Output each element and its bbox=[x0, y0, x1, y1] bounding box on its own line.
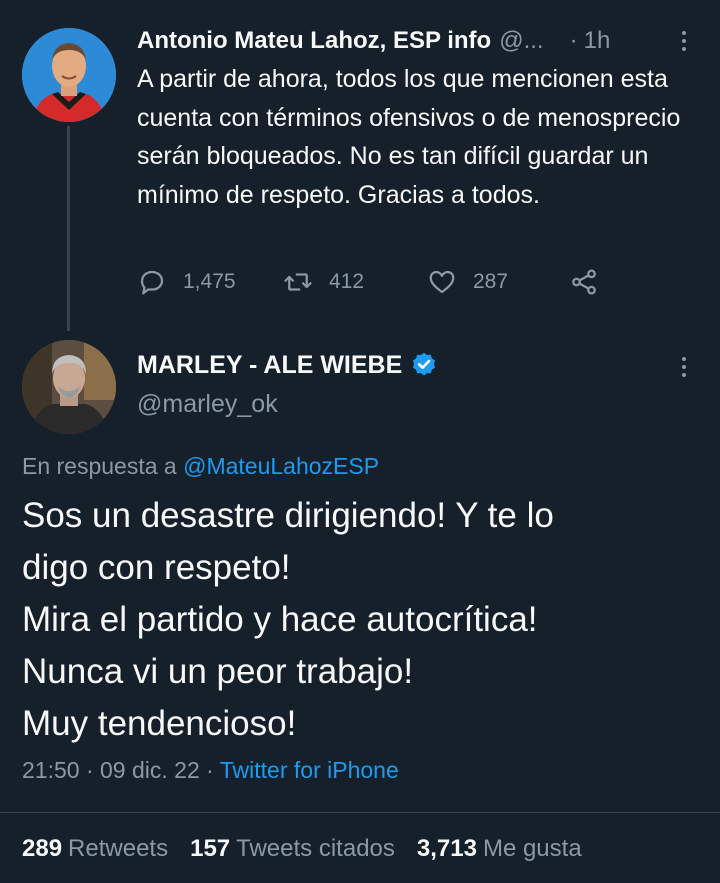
more-vertical-icon[interactable] bbox=[677, 352, 691, 382]
stat-label: Me gusta bbox=[482, 835, 582, 862]
in-reply-to: En respuesta a @MateuLahozESP bbox=[22, 453, 379, 480]
reply-text-line: Muy tendencioso! bbox=[22, 704, 297, 743]
reply-author-handle[interactable]: @marley_ok bbox=[137, 390, 278, 419]
reply-text-line: Nunca vi un peor trabajo! bbox=[22, 652, 414, 691]
reply-author-name[interactable]: MARLEY - ALE WIEBE bbox=[137, 351, 402, 380]
reply-avatar[interactable] bbox=[22, 340, 116, 434]
tweet-stats: 289 Retweets 157 Tweets citados 3,713 Me gu… bbox=[22, 835, 604, 863]
in-reply-mention-link[interactable]: @MateuLahozESP bbox=[183, 453, 379, 479]
parent-tweet-time[interactable]: 1h bbox=[584, 27, 611, 55]
parent-author-handle[interactable]: @... bbox=[499, 27, 543, 55]
retweet-arrows-icon bbox=[284, 273, 312, 291]
reply-text-line: digo con respeto! bbox=[22, 548, 291, 587]
like-count: 287 bbox=[473, 270, 509, 293]
parent-avatar[interactable] bbox=[22, 28, 116, 122]
parent-tweet-text: A partir de ahora, todos los que mencion… bbox=[137, 65, 681, 209]
more-vertical-icon[interactable] bbox=[677, 26, 691, 56]
heart-icon bbox=[429, 270, 455, 294]
retweet-button[interactable]: 412 bbox=[283, 262, 364, 302]
reply-count: 1,475 bbox=[183, 270, 236, 293]
thread-connector-line bbox=[67, 126, 70, 331]
parent-tweet-actions: 1,475 412 287 bbox=[137, 262, 607, 302]
reply-tweet-text: Sos un desastre dirigiendo! Y te lo digo… bbox=[22, 490, 712, 750]
stat-retweets[interactable]: 289 Retweets bbox=[22, 835, 168, 863]
stat-likes[interactable]: 3,713 Me gusta bbox=[417, 835, 582, 863]
stat-quote-tweets[interactable]: 157 Tweets citados bbox=[190, 835, 395, 863]
share-button[interactable] bbox=[569, 262, 615, 302]
retweet-count: 412 bbox=[329, 270, 365, 293]
parent-author-name[interactable]: Antonio Mateu Lahoz, ESP info bbox=[137, 27, 491, 55]
reply-text-line: Sos un desastre dirigiendo! Y te lo bbox=[22, 496, 554, 535]
time-separator: · bbox=[569, 27, 578, 54]
stat-label: Retweets bbox=[68, 835, 169, 862]
stat-count: 157 bbox=[190, 835, 231, 862]
parent-tweet-header: Antonio Mateu Lahoz, ESP info @... · 1h bbox=[137, 25, 702, 57]
tweet-timestamp[interactable]: 21:50 · 09 dic. 22 · bbox=[22, 757, 220, 783]
divider bbox=[0, 812, 720, 813]
speech-bubble-icon bbox=[140, 270, 164, 295]
tweet-source-link[interactable]: Twitter for iPhone bbox=[220, 757, 399, 783]
stat-count: 3,713 bbox=[416, 835, 477, 862]
reply-author-name-row: MARLEY - ALE WIEBE bbox=[137, 348, 438, 382]
tweet-meta: 21:50 · 09 dic. 22 · Twitter for iPhone bbox=[22, 757, 399, 784]
in-reply-prefix: En respuesta a bbox=[22, 453, 184, 479]
verified-badge-icon bbox=[413, 352, 436, 376]
reply-button[interactable]: 1,475 bbox=[137, 262, 236, 302]
share-nodes-icon bbox=[572, 269, 596, 295]
reply-text-line: Mira el partido y hace autocrítica! bbox=[22, 600, 538, 639]
stat-count: 289 bbox=[22, 835, 63, 862]
like-button[interactable]: 287 bbox=[427, 262, 508, 302]
stat-label: Tweets citados bbox=[236, 835, 395, 862]
